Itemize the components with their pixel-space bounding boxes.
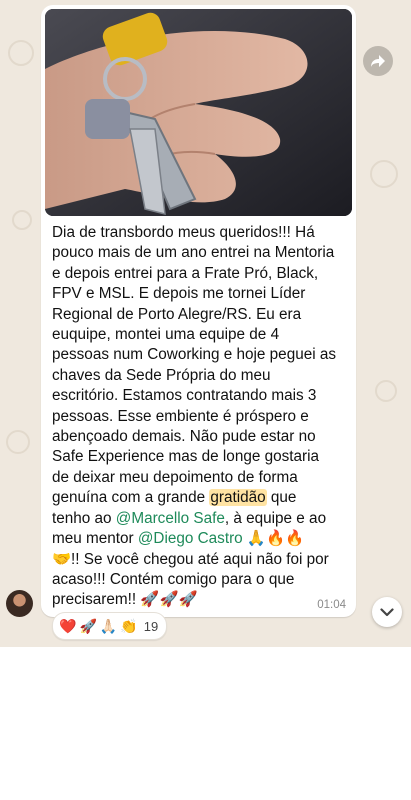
wallpaper-doodle bbox=[12, 210, 32, 230]
keys-photo-image bbox=[45, 9, 352, 216]
message-line: tenho ao @Marcello Safe, à equipe e ao bbox=[52, 509, 352, 529]
message-line: meu mentor @Diego Castro 🙏🔥🔥 bbox=[52, 529, 352, 549]
text-segment: que bbox=[266, 489, 297, 507]
message-line: pessoas. Esse embiente é próspero e bbox=[52, 407, 309, 425]
message-line: acaso!!! Contém comigo para o que bbox=[52, 570, 295, 588]
message-line: de deixar meu depoimento de forma bbox=[52, 468, 298, 486]
sender-avatar[interactable] bbox=[6, 590, 33, 617]
message-line: Regional de Porto Alegre/RS. Eu era bbox=[52, 305, 302, 323]
reaction-rocket: 🚀 bbox=[79, 617, 97, 634]
message-line: Safe Experience mas de longe gostaria bbox=[52, 448, 320, 466]
text-segment: , à equipe e ao bbox=[224, 509, 327, 527]
wallpaper-doodle bbox=[370, 160, 398, 188]
reactions-pill[interactable]: ❤️ 🚀 🙏🏻 👏 19 bbox=[52, 612, 168, 640]
message-line: e depois entrei para a Frate Pró, Black, bbox=[52, 264, 319, 282]
wallpaper-doodle bbox=[8, 40, 34, 66]
chevron-down-icon bbox=[380, 607, 394, 616]
message-line: chaves da Sede Própria do meu bbox=[52, 366, 271, 384]
highlighted-word: gratidão bbox=[209, 489, 267, 507]
mention-marcello-safe[interactable]: @Marcello Safe bbox=[116, 510, 225, 527]
message-line: pessoas num Coworking e hoje peguei as bbox=[52, 346, 337, 364]
message-line: FPV e MSL. E depois me tornei Líder bbox=[52, 285, 306, 303]
message-line: 🤝!! Se você chegou até aqui não foi por bbox=[52, 550, 329, 568]
text-segment: genuína com a grande bbox=[52, 489, 210, 507]
message-timestamp: 01:04 bbox=[317, 599, 346, 611]
message-line: abençoado demais. Não pude estar no bbox=[52, 428, 316, 446]
chat-background: Dia de transbordo meus queridos!!! Há po… bbox=[0, 0, 411, 647]
message-line: escritório. Estamos contratando mais 3 bbox=[52, 387, 317, 405]
message-line: genuína com a grande gratidão que bbox=[52, 488, 352, 508]
reaction-count: 19 bbox=[143, 618, 159, 634]
text-segment: 🙏🔥🔥 bbox=[242, 530, 305, 548]
text-segment: meu mentor bbox=[52, 530, 138, 548]
message-line: precisarem!! 🚀🚀🚀 bbox=[52, 591, 198, 609]
message-photo[interactable] bbox=[45, 9, 352, 216]
message-line: euquipe, montei uma equipe de 4 bbox=[52, 326, 280, 344]
mention-diego-castro[interactable]: @Diego Castro bbox=[138, 530, 243, 547]
forward-button[interactable] bbox=[363, 46, 393, 76]
wallpaper-doodle bbox=[375, 380, 397, 402]
reaction-heart: ❤️ bbox=[59, 617, 77, 634]
forward-arrow-icon bbox=[371, 55, 385, 67]
scroll-to-bottom-button[interactable] bbox=[372, 597, 402, 627]
wallpaper-doodle bbox=[6, 430, 30, 454]
reaction-pray: 🙏🏻 bbox=[99, 617, 118, 634]
message-bubble[interactable]: Dia de transbordo meus queridos!!! Há po… bbox=[41, 5, 356, 617]
message-line: Dia de transbordo meus queridos!!! Há bbox=[52, 224, 315, 241]
reaction-clap: 👏 bbox=[120, 617, 138, 634]
message-line: pouco mais de um ano entrei na Mentoria bbox=[52, 244, 335, 262]
text-segment: tenho ao bbox=[52, 509, 116, 527]
message-text: Dia de transbordo meus queridos!!! Há po… bbox=[52, 223, 352, 611]
